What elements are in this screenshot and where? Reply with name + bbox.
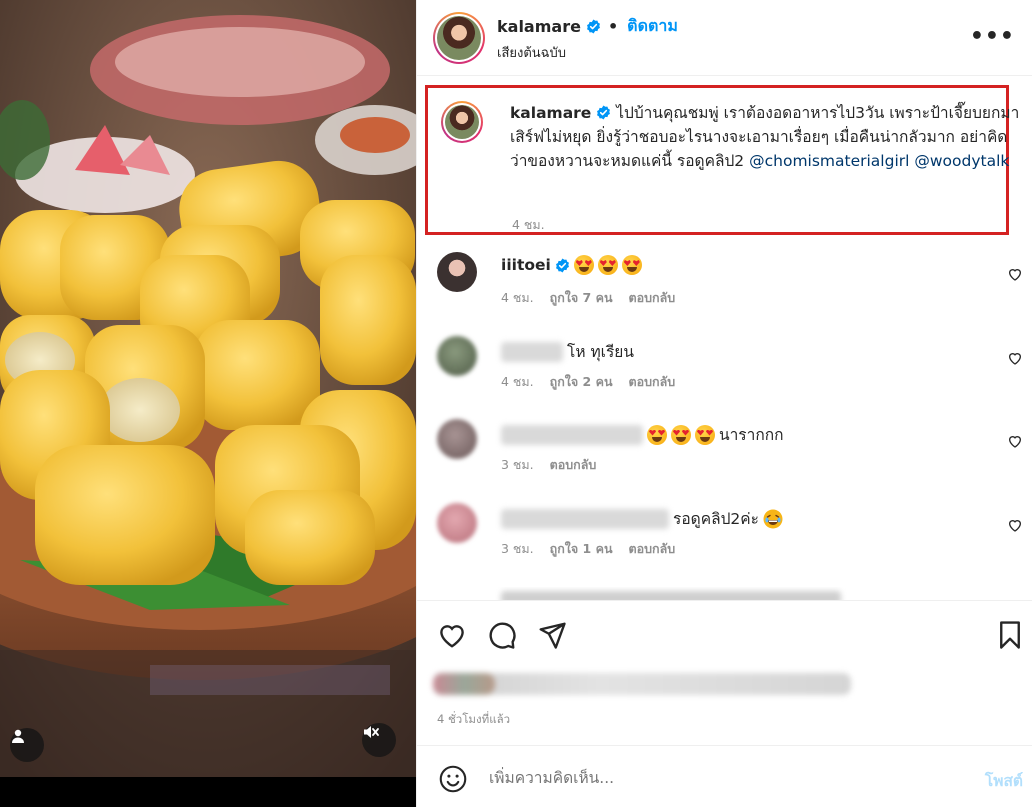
- comment-text-partial: [501, 591, 841, 600]
- comment-meta: 4 ชม. ถูกใจ 2 คน ตอบกลับ: [501, 372, 675, 392]
- heart-eyes-emoji: [647, 424, 667, 445]
- comment-likes[interactable]: ถูกใจ 1 คน: [550, 539, 613, 559]
- commenter-avatar[interactable]: [437, 336, 477, 376]
- commenter-avatar[interactable]: [437, 419, 477, 459]
- verified-badge-icon: [555, 257, 569, 273]
- audio-label[interactable]: เสียงต้นฉบับ: [497, 42, 566, 63]
- like-heart-icon[interactable]: [437, 620, 467, 650]
- follow-button[interactable]: ติดตาม: [627, 14, 678, 39]
- laughing-emoji: [763, 509, 783, 528]
- caption-highlight: kalamare ไปบ้านคุณชมพู่ เราต้องอดอาหารไป…: [425, 85, 1019, 235]
- caption-avatar[interactable]: [441, 101, 483, 143]
- comment-row: รอดูคลิป2ค่ะ 3 ชม. ถูกใจ 1 คน ตอบกลับ: [417, 503, 1032, 583]
- caption-text: kalamare ไปบ้านคุณชมพู่ เราต้องอดอาหารไป…: [510, 101, 1020, 173]
- share-send-icon[interactable]: [537, 620, 567, 650]
- post-header: kalamare • ติดตาม เสียงต้นฉบับ •••: [417, 0, 1032, 76]
- heart-eyes-emoji: [621, 255, 642, 275]
- more-options-icon[interactable]: •••: [970, 24, 1015, 49]
- comment-body: นารากกก: [719, 426, 784, 444]
- author-line: kalamare • ติดตาม: [497, 14, 678, 39]
- post-media[interactable]: [0, 0, 416, 807]
- commenter-username[interactable]: iiitoei: [501, 256, 570, 274]
- caption-meta: 4 ชม.: [512, 215, 545, 235]
- reply-button[interactable]: ตอบกลับ: [629, 539, 676, 559]
- heart-eyes-emoji: [671, 424, 691, 445]
- comment-text: รอดูคลิป2ค่ะ: [501, 506, 783, 531]
- author-avatar[interactable]: [433, 12, 485, 64]
- comment-row: โห ทุเรียน 4 ชม. ถูกใจ 2 คน ตอบกลับ: [417, 336, 1032, 416]
- mention-link[interactable]: @chomismaterialgirl: [749, 152, 909, 170]
- durian-photo: [0, 0, 416, 807]
- add-comment-bar: โพสต์: [417, 745, 1032, 807]
- comment-time[interactable]: 4 ชม.: [501, 288, 534, 308]
- comment-meta: 4 ชม. ถูกใจ 7 คน ตอบกลับ: [501, 288, 675, 308]
- heart-icon[interactable]: [1007, 266, 1023, 282]
- commenter-username-blurred[interactable]: [501, 508, 669, 529]
- commenter-avatar[interactable]: [437, 503, 477, 543]
- post-panel: kalamare • ติดตาม เสียงต้นฉบับ ••• kalam…: [416, 0, 1032, 807]
- caption-time[interactable]: 4 ชม.: [512, 215, 545, 235]
- verified-badge-icon: [586, 19, 600, 34]
- heart-icon[interactable]: [1007, 350, 1023, 366]
- comments-section[interactable]: kalamare ไปบ้านคุณชมพู่ เราต้องอดอาหารไป…: [417, 76, 1032, 600]
- commenter-avatar[interactable]: [437, 252, 477, 292]
- comment-row-partial: [417, 587, 1032, 600]
- save-bookmark-icon[interactable]: [995, 620, 1025, 650]
- separator-dot: •: [607, 17, 619, 36]
- reply-button[interactable]: ตอบกลับ: [550, 455, 597, 475]
- comment-time[interactable]: 3 ชม.: [501, 455, 534, 475]
- media-bottom-bar: [0, 777, 416, 807]
- comment-row: iiitoei 4 ชม. ถูกใจ 7 คน ตอบกลับ: [417, 252, 1032, 332]
- reply-button[interactable]: ตอบกลับ: [629, 372, 676, 392]
- comment-row: นารากกก 3 ชม. ตอบกลับ: [417, 419, 1032, 499]
- commenter-username-blurred[interactable]: [501, 341, 563, 362]
- post-comment-button[interactable]: โพสต์: [985, 768, 1023, 793]
- comment-meta: 3 ชม. ตอบกลับ: [501, 455, 596, 475]
- speaker-muted-icon: [364, 726, 379, 738]
- verified-badge-icon: [597, 105, 611, 120]
- comment-body: โห ทุเรียน: [567, 343, 634, 361]
- comment-text: โห ทุเรียน: [501, 339, 634, 364]
- post-actions: 4 ชั่วโมงที่แล้ว: [417, 600, 1032, 745]
- commenter-username-blurred[interactable]: [501, 424, 643, 445]
- comment-text: นารากกก: [501, 422, 783, 447]
- emoji-picker-icon[interactable]: [439, 765, 467, 793]
- comment-body: รอดูคลิป2ค่ะ: [673, 510, 759, 528]
- caption-username[interactable]: kalamare: [510, 104, 591, 122]
- post-time-ago[interactable]: 4 ชั่วโมงที่แล้ว: [437, 711, 510, 729]
- mute-button[interactable]: [362, 723, 396, 757]
- heart-eyes-emoji: [695, 424, 715, 445]
- heart-eyes-emoji: [573, 255, 594, 275]
- comment-time[interactable]: 3 ชม.: [501, 539, 534, 559]
- mention-link[interactable]: @woodytalk: [914, 152, 1009, 170]
- comment-likes[interactable]: ถูกใจ 7 คน: [550, 288, 613, 308]
- heart-icon[interactable]: [1007, 517, 1023, 533]
- heart-eyes-emoji: [597, 255, 618, 275]
- likes-summary-blurred[interactable]: [433, 673, 851, 695]
- heart-icon[interactable]: [1007, 433, 1023, 449]
- comment-input[interactable]: [489, 766, 949, 790]
- tagged-users-button[interactable]: [10, 728, 44, 762]
- reply-button[interactable]: ตอบกลับ: [629, 288, 676, 308]
- comment-icon[interactable]: [487, 620, 517, 650]
- comment-likes[interactable]: ถูกใจ 2 คน: [550, 372, 613, 392]
- author-username[interactable]: kalamare: [497, 17, 581, 36]
- comment-time[interactable]: 4 ชม.: [501, 372, 534, 392]
- comment-text: iiitoei: [501, 255, 642, 275]
- user-icon: [12, 729, 24, 743]
- comment-meta: 3 ชม. ถูกใจ 1 คน ตอบกลับ: [501, 539, 675, 559]
